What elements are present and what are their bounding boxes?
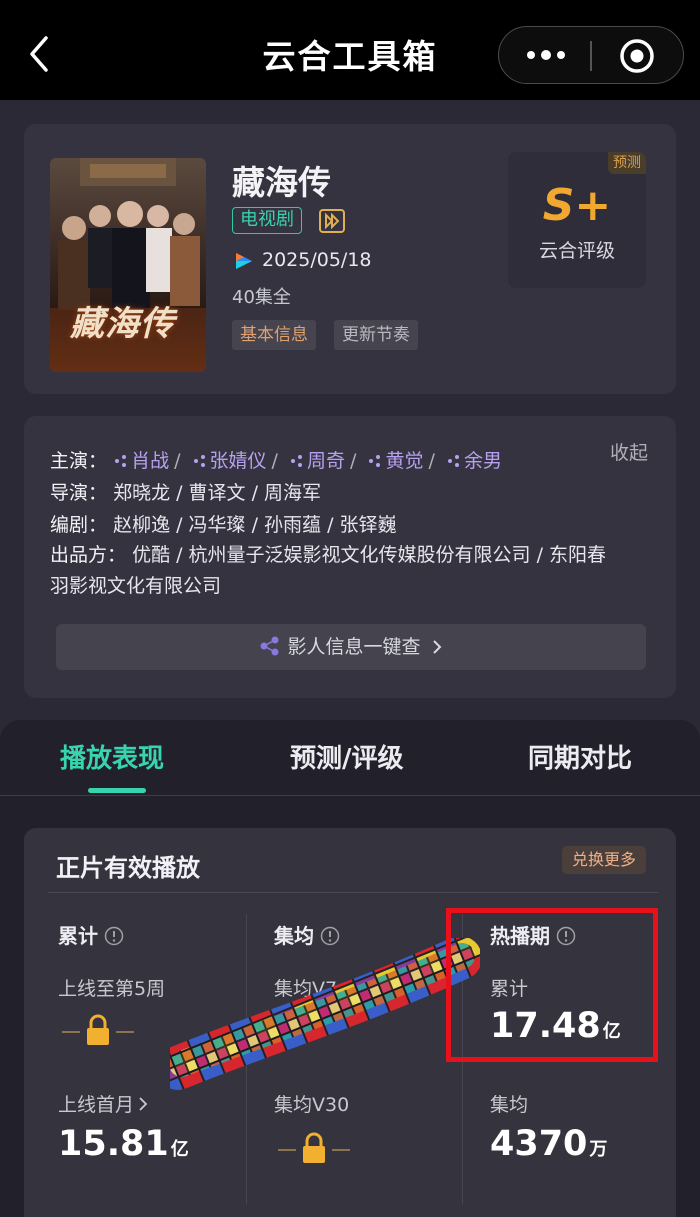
chevron-right-icon	[432, 640, 441, 654]
show-poster[interactable]: 藏海传	[50, 158, 206, 372]
lock-icon[interactable]	[58, 1012, 138, 1048]
producer-label: 出品方：	[50, 544, 127, 566]
mosaic-redaction	[170, 938, 480, 1090]
cumulative-week5-label: 上线至第5周	[58, 978, 166, 1000]
episode-count: 40集全	[232, 287, 291, 308]
active-tab-indicator	[88, 788, 146, 793]
cumulative-header: 累计	[58, 920, 124, 949]
director-label: 导演：	[50, 482, 108, 504]
writer-label: 编剧：	[50, 514, 108, 536]
person-link-icon	[447, 455, 459, 467]
type-badge: 电视剧	[232, 207, 302, 234]
info-icon[interactable]	[104, 926, 124, 946]
play-icon[interactable]	[319, 209, 345, 233]
peak-per-episode-value: 4370 万	[490, 1124, 608, 1164]
cast-link[interactable]: 余男	[446, 450, 502, 472]
director-names: 郑晓龙 / 曹译文 / 周海军	[113, 482, 322, 504]
update-rhythm-tag[interactable]: 更新节奏	[334, 320, 418, 350]
tab-comparison[interactable]: 同期对比	[528, 738, 632, 775]
first-month-value: 15.81 亿	[58, 1124, 189, 1164]
first-month-label[interactable]: 上线首月	[58, 1090, 148, 1117]
producer-row: 出品方： 优酷 / 杭州量子泛娱影视文化传媒股份有限公司 / 东阳春	[50, 540, 606, 567]
credits-card: 收起 主演： 肖战 / 张婧仪 / 周奇 / 黄觉 / 余男 导演： 郑晓龙 / 曹译文…	[24, 416, 676, 698]
chevron-right-icon	[139, 1097, 148, 1111]
lookup-label: 影人信息一键查	[287, 636, 421, 658]
show-title: 藏海传	[232, 163, 331, 202]
collapse-button[interactable]: 收起	[610, 438, 648, 465]
person-link-icon	[193, 455, 205, 467]
producer-names: 优酷 / 杭州量子泛娱影视文化传媒股份有限公司 / 东阳春	[132, 544, 607, 566]
person-lookup-button[interactable]: 影人信息一键查	[56, 624, 646, 670]
close-target-icon[interactable]	[619, 38, 655, 74]
release-date: 2025/05/18	[262, 249, 372, 271]
divider	[48, 892, 658, 893]
cast-link[interactable]: 张婧仪	[192, 450, 267, 472]
writer-names: 赵柳逸 / 冯华璨 / 孙雨蕴 / 张铎巍	[113, 514, 397, 536]
writer-row: 编剧： 赵柳逸 / 冯华璨 / 孙雨蕴 / 张铎巍	[50, 510, 397, 537]
youku-logo-icon	[236, 253, 252, 269]
mini-program-capsule	[498, 26, 684, 84]
capsule-divider	[590, 41, 592, 71]
show-info-card: 藏海传 藏海传 电视剧 2025/05/18 40集全 基本信息 更新节奏 预测…	[24, 124, 676, 394]
person-link-icon	[369, 455, 381, 467]
producer-row-continued: 羽影视文化有限公司	[50, 571, 221, 598]
peak-per-episode-label: 集均	[490, 1094, 529, 1116]
person-link-icon	[115, 455, 127, 467]
poster-title: 藏海传	[70, 304, 175, 344]
director-row: 导演： 郑晓龙 / 曹译文 / 周海军	[50, 478, 321, 505]
highlight-box	[446, 908, 658, 1062]
network-icon	[260, 636, 279, 656]
basic-info-tag[interactable]: 基本信息	[232, 320, 316, 350]
tab-prediction[interactable]: 预测/评级	[290, 738, 404, 775]
person-link-icon	[291, 455, 302, 467]
tab-playback[interactable]: 播放表现	[60, 738, 164, 775]
lock-icon[interactable]	[274, 1130, 354, 1166]
rating-box[interactable]: 预测 S+ 云合评级	[508, 152, 646, 288]
rating-grade: S+	[542, 180, 612, 231]
stats-title: 正片有效播放	[56, 854, 200, 882]
cast-link[interactable]: 肖战	[113, 450, 169, 472]
redeem-more-button[interactable]: 兑换更多	[561, 846, 646, 874]
more-dots-icon[interactable]	[521, 35, 571, 75]
cast-row: 主演： 肖战 / 张婧仪 / 周奇 / 黄觉 / 余男	[50, 450, 502, 472]
tab-bar: 播放表现 预测/评级 同期对比	[0, 720, 700, 796]
rating-label: 云合评级	[538, 240, 615, 262]
cast-link[interactable]: 黄觉	[367, 450, 423, 472]
cast-label: 主演：	[50, 450, 108, 472]
producer-names-continued: 羽影视文化有限公司	[50, 575, 222, 597]
nav-bar: 云合工具箱	[0, 0, 700, 100]
predict-badge: 预测	[608, 152, 646, 174]
cast-link[interactable]: 周奇	[289, 450, 345, 472]
